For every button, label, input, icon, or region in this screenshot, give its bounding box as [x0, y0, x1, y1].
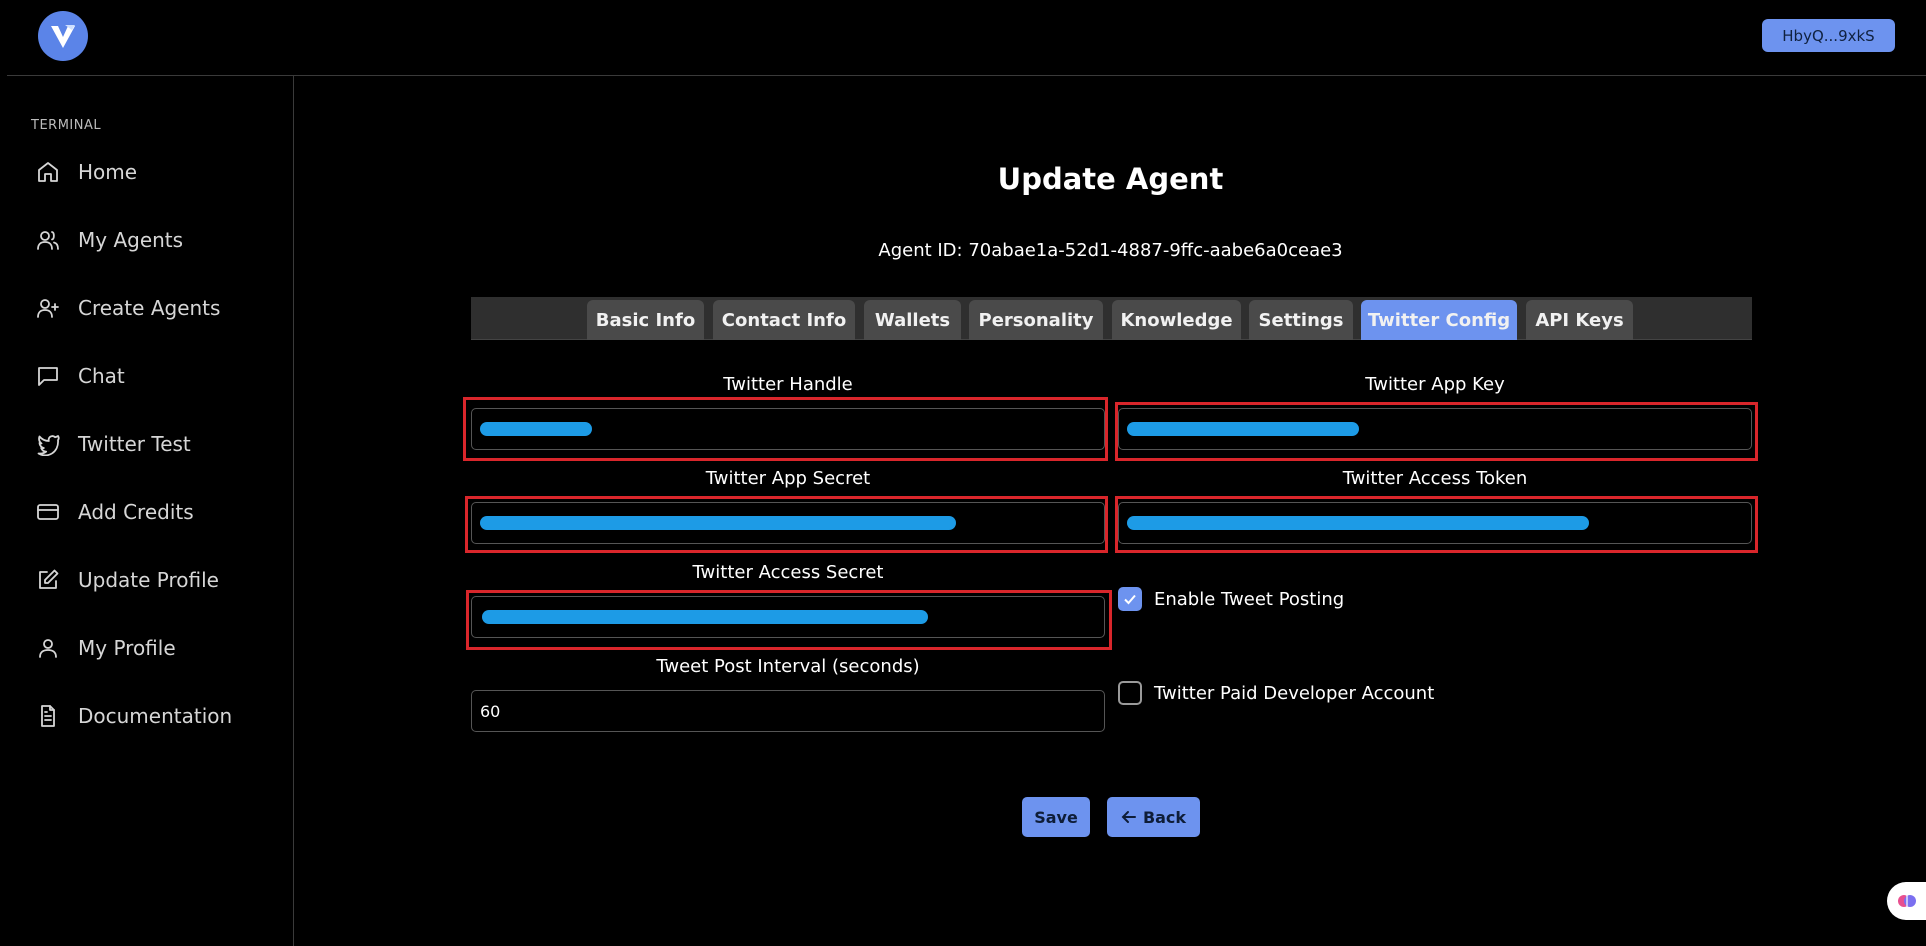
page-title: Update Agent: [997, 162, 1224, 196]
sidebar-item-documentation[interactable]: Documentation: [36, 698, 232, 734]
tab-personality[interactable]: Personality: [969, 300, 1103, 340]
paid-developer-account-label: Twitter Paid Developer Account: [1154, 682, 1435, 704]
checkmark-icon: [1124, 594, 1136, 605]
paid-developer-account-row[interactable]: Twitter Paid Developer Account: [1118, 681, 1434, 705]
tweet-post-interval-label: Tweet Post Interval (seconds): [656, 656, 920, 677]
sidebar-item-my-agents[interactable]: My Agents: [36, 222, 183, 258]
twitter-access-token-input[interactable]: [1118, 502, 1752, 544]
sidebar-item-my-profile[interactable]: My Profile: [36, 630, 176, 666]
redaction-mark: [480, 516, 956, 530]
twitter-access-token-label: Twitter Access Token: [1342, 468, 1528, 489]
twitter-icon: [37, 435, 60, 456]
v-logo-icon: [51, 25, 75, 48]
user-plus-icon: [37, 299, 59, 318]
agent-id-text: Agent ID: 70abae1a-52d1-4887-9ffc-aabe6a…: [878, 240, 1343, 261]
sidebar-item-label: My Agents: [78, 228, 184, 252]
tab-knowledge[interactable]: Knowledge: [1112, 300, 1241, 340]
sidebar-item-label: Twitter Test: [78, 432, 191, 456]
tab-basic-info[interactable]: Basic Info: [587, 300, 704, 340]
file-text-icon: [41, 705, 55, 727]
redaction-mark: [1127, 516, 1589, 530]
sidebar-item-label: Update Profile: [78, 568, 219, 592]
twitter-app-secret-label: Twitter App Secret: [705, 468, 871, 489]
twitter-handle-label: Twitter Handle: [723, 374, 853, 395]
message-square-icon: [38, 367, 58, 386]
app-logo[interactable]: [38, 11, 88, 61]
sidebar-item-label: My Profile: [78, 636, 176, 660]
sidebar-item-label: Add Credits: [78, 500, 194, 524]
sidebar: TERMINAL Home My Agents Create Agents Ch…: [0, 76, 294, 946]
paid-developer-account-checkbox[interactable]: [1118, 681, 1142, 705]
sidebar-item-create-agents[interactable]: Create Agents: [36, 290, 220, 326]
user-icon: [39, 639, 57, 658]
edit-icon: [39, 569, 59, 589]
tab-settings[interactable]: Settings: [1249, 300, 1353, 340]
twitter-app-secret-input[interactable]: [471, 502, 1105, 544]
sidebar-item-chat[interactable]: Chat: [36, 358, 125, 394]
sidebar-item-update-profile[interactable]: Update Profile: [36, 562, 219, 598]
assistant-launcher[interactable]: [1887, 882, 1926, 920]
brain-icon: [1897, 895, 1916, 907]
tab-bar: Basic Info Contact Info Wallets Personal…: [471, 297, 1752, 340]
credit-card-icon: [37, 504, 59, 520]
enable-tweet-posting-label: Enable Tweet Posting: [1154, 588, 1345, 610]
tab-api-keys[interactable]: API Keys: [1526, 300, 1633, 340]
enable-tweet-posting-row[interactable]: Enable Tweet Posting: [1118, 587, 1344, 611]
redaction-mark: [482, 610, 928, 624]
sidebar-item-label: Create Agents: [78, 296, 221, 320]
tweet-post-interval-input[interactable]: 60: [471, 690, 1105, 732]
arrow-left-icon: [1121, 811, 1136, 823]
redaction-mark: [480, 422, 592, 436]
wallet-address-button[interactable]: HbyQ...9xkS: [1762, 19, 1895, 52]
sidebar-item-add-credits[interactable]: Add Credits: [36, 494, 194, 530]
redaction-mark: [1127, 422, 1359, 436]
twitter-access-secret-label: Twitter Access Secret: [692, 562, 884, 583]
tab-contact-info[interactable]: Contact Info: [713, 300, 855, 340]
users-icon: [37, 231, 59, 250]
twitter-app-key-label: Twitter App Key: [1365, 374, 1505, 395]
top-bar: HbyQ...9xkS: [0, 0, 1926, 76]
sidebar-item-twitter-test[interactable]: Twitter Test: [36, 426, 191, 462]
sidebar-item-label: Documentation: [78, 704, 233, 728]
sidebar-heading: TERMINAL: [31, 118, 102, 133]
twitter-handle-input[interactable]: [471, 408, 1105, 450]
sidebar-item-label: Chat: [78, 364, 125, 388]
sidebar-item-label: Home: [78, 160, 138, 184]
home-icon: [38, 162, 58, 182]
sidebar-item-home[interactable]: Home: [36, 154, 137, 190]
main-content: Update Agent Agent ID: 70abae1a-52d1-488…: [295, 76, 1926, 946]
twitter-app-key-input[interactable]: [1118, 408, 1752, 450]
save-button[interactable]: Save: [1022, 797, 1090, 837]
twitter-access-secret-input[interactable]: [471, 596, 1105, 638]
tab-wallets[interactable]: Wallets: [864, 300, 961, 340]
enable-tweet-posting-checkbox[interactable]: [1118, 587, 1142, 611]
back-button[interactable]: Back: [1107, 797, 1200, 837]
tab-twitter-config[interactable]: Twitter Config: [1361, 300, 1517, 340]
